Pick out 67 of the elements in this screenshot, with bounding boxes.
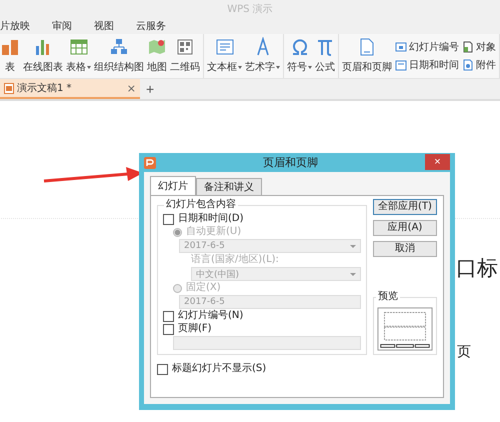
slide-preview-drawing — [377, 307, 433, 351]
toolbar-button[interactable]: 附件 — [462, 58, 496, 72]
caret-icon — [87, 66, 91, 69]
table-icon — [68, 37, 88, 57]
toolbar-button[interactable]: 艺术字 — [245, 34, 280, 78]
checkbox-label: 日期和时间(D) — [178, 213, 244, 225]
text-box-icon — [214, 37, 234, 57]
org-chart-icon — [109, 37, 129, 57]
new-tab-button[interactable]: + — [140, 81, 160, 97]
bar-chart-icon — [0, 37, 20, 57]
radio-label: 自动更新(U) — [186, 226, 242, 238]
close-button[interactable]: × — [425, 154, 450, 170]
pi-icon — [315, 37, 335, 57]
dialog-tab[interactable]: 备注和讲义 — [196, 178, 262, 195]
toolbar-button[interactable]: 在线图表 — [23, 34, 63, 78]
menu-tab[interactable]: 片放映 — [0, 19, 30, 33]
toolbar-button[interactable]: 幻灯片编号 — [395, 40, 459, 54]
group-title: 预览 — [376, 291, 400, 303]
menu-tab[interactable]: 审阅 — [52, 19, 72, 33]
close-tab-button[interactable]: × — [126, 82, 136, 94]
toolbar-button[interactable]: 表格 — [66, 34, 91, 78]
toolbar-button[interactable]: 公式 — [315, 34, 335, 78]
caret-icon — [350, 272, 356, 276]
document-tab[interactable]: 演示文稿1 * × — [0, 79, 140, 99]
qr-code-icon — [175, 37, 195, 57]
map-icon — [147, 37, 167, 57]
slide-subtitle-text: 页 — [457, 345, 471, 359]
dialog-button[interactable]: 全部应用(T) — [373, 199, 437, 215]
checkbox[interactable] — [157, 364, 168, 374]
tab-label: 演示文稿1 * — [17, 82, 73, 95]
checkbox[interactable] — [163, 310, 174, 322]
checkbox[interactable] — [163, 324, 174, 334]
attachment-icon — [462, 59, 474, 71]
radio-label: 固定(X) — [186, 282, 221, 294]
caret-icon — [350, 244, 356, 248]
dialog-button[interactable]: 应用(A) — [373, 220, 437, 236]
menu-tab[interactable]: 云服务 — [136, 19, 166, 33]
checkbox-label: 页脚(F) — [178, 323, 212, 335]
toolbar-button[interactable]: 地图 — [147, 34, 167, 78]
toolbar-button[interactable]: 页眉和页脚 — [342, 34, 392, 78]
menu-tab[interactable]: 视图 — [94, 19, 114, 33]
toolbar-button[interactable]: 对象 — [462, 40, 496, 54]
footer-field[interactable] — [173, 336, 361, 350]
toolbar-button[interactable]: 二维码 — [170, 34, 200, 78]
object-icon — [462, 41, 474, 53]
toolbar-button[interactable]: 文本框 — [207, 34, 242, 78]
caret-icon — [238, 66, 242, 69]
caret-icon — [276, 66, 280, 69]
toolbar-button[interactable]: 日期和时间 — [395, 58, 459, 72]
dialog-title: 页眉和页脚 — [262, 155, 319, 170]
slide-title-text: 口标 — [456, 258, 498, 279]
language-label: 语言(国家/地区)(L): — [190, 254, 279, 266]
app-title: WPS 演示 — [227, 2, 273, 16]
checkbox-label: 幻灯片编号(N) — [178, 310, 244, 322]
document-icon — [4, 82, 14, 94]
dialog-tab[interactable]: 幻灯片 — [150, 176, 196, 195]
toolbar-button[interactable]: 组织结构图 — [94, 34, 144, 78]
group-title: 幻灯片包含内容 — [164, 199, 238, 211]
calendar-icon — [395, 59, 407, 71]
toolbar-button[interactable]: 符号 — [287, 34, 312, 78]
dialog-button[interactable]: 取消 — [373, 241, 437, 257]
caret-icon — [308, 66, 312, 69]
app-logo-icon — [144, 156, 156, 168]
checkbox[interactable] — [163, 214, 174, 224]
checkbox-label: 标题幻灯片不显示(S) — [172, 363, 266, 375]
toolbar-button[interactable]: 表 — [0, 34, 20, 78]
number-icon — [395, 41, 407, 53]
